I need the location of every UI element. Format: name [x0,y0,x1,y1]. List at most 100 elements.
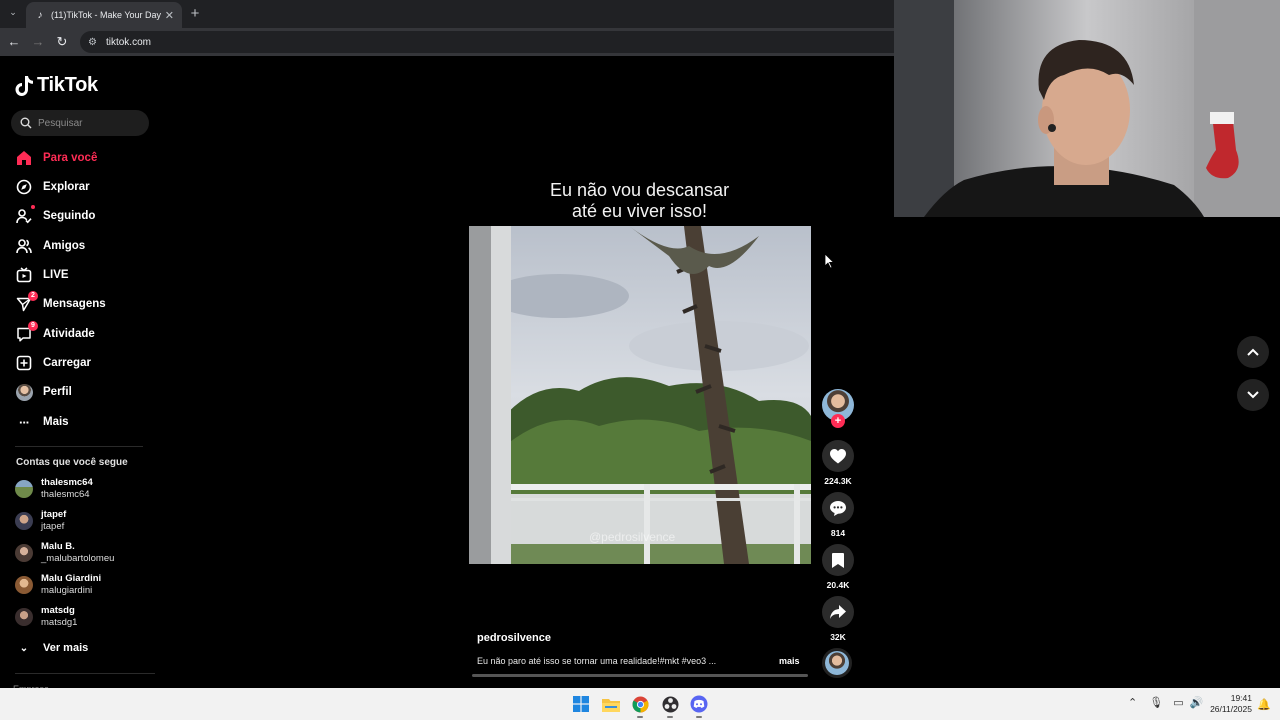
video-progress-bar[interactable] [472,674,808,677]
account-name: Malu Giardini [41,573,102,584]
live-icon [15,266,33,284]
profile-avatar [15,383,33,401]
nav-label: Perfil [43,386,72,398]
see-more-label: Ver mais [43,642,89,654]
search-placeholder: Pesquisar [38,117,83,129]
nav-seguindo[interactable]: Seguindo [15,205,155,227]
system-clock[interactable]: 19:41 26/11/2025 [1200,693,1252,715]
music-disc[interactable] [822,648,852,678]
account-handle: jtapef [41,521,65,532]
following-icon [15,205,35,225]
share-icon [830,605,846,619]
search-input[interactable]: Pesquisar [11,110,149,136]
chevron-down-icon [1247,391,1259,399]
previous-video-button[interactable] [1237,336,1269,368]
share-button[interactable] [822,596,854,628]
webcam-feed [894,0,1280,217]
address-bar[interactable]: ⚙ tiktok.com [80,31,894,53]
tray-overflow-chevron-icon[interactable]: ⌃ [1128,696,1137,709]
browser-tab-bar: ⌄ ♪ (11)TikTok - Make Your Day ✕ + [0,0,894,28]
nav-label: Mais [43,416,69,428]
bookmark-icon [832,552,844,568]
video-watermark: @pedrosilvence [589,530,676,544]
logo-text: TikTok [37,74,98,96]
reload-button[interactable]: ↻ [54,34,70,50]
clock-time: 19:41 [1230,693,1252,703]
follow-plus-button[interactable]: + [831,414,845,428]
title-line: até eu viver isso! [571,201,708,221]
notifications-bell-icon[interactable]: 🔔 [1257,698,1271,711]
nav-label: LIVE [43,269,69,281]
video-player[interactable]: @pedrosilvence [469,226,811,564]
followed-account[interactable]: thalesmc64 thalesmc64 [15,477,155,501]
nav-amigos[interactable]: Amigos [15,235,155,257]
comment-icon [830,500,846,516]
sidebar-divider [15,446,143,447]
sidebar-divider [15,673,155,674]
search-icon [20,117,32,129]
share-count: 32K [830,632,846,642]
chevron-down-icon: ⌄ [19,642,29,654]
nav-perfil[interactable]: Perfil [15,381,155,403]
nav-live[interactable]: LIVE [15,264,155,286]
network-icon[interactable]: ▭ [1173,696,1183,709]
save-button[interactable] [822,544,854,576]
comment-button[interactable] [822,492,854,524]
followed-account[interactable]: jtapef jtapef [15,509,155,533]
nav-mais[interactable]: ··· Mais [15,411,155,433]
see-more-button[interactable]: ⌄ Ver mais [15,638,88,658]
tab-close-icon[interactable]: ✕ [165,9,174,22]
nav-label: Atividade [43,328,95,340]
followed-account[interactable]: Malu Giardini malugiardini [15,573,155,597]
like-count: 224.3K [824,476,852,486]
nav-label: Carregar [43,357,91,369]
nav-label: Mensagens [43,298,106,310]
active-app-indicator [667,716,673,718]
new-tab-button[interactable]: + [186,5,204,23]
chevron-up-icon [1247,348,1259,356]
comment-count: 814 [830,528,846,538]
next-video-button[interactable] [1237,379,1269,411]
forward-button[interactable]: → [30,34,46,50]
tiktok-logo[interactable]: TikTok [15,74,98,97]
windows-start-icon[interactable] [571,694,591,714]
messages-badge: 2 [28,291,38,301]
active-app-indicator [637,716,643,718]
account-avatar [15,544,33,562]
tab-title: (11)TikTok - Make Your Day [51,10,162,20]
chrome-icon[interactable] [630,694,650,714]
microphone-icon[interactable]: 🎙 [1149,696,1163,709]
nav-para-voce[interactable]: Para você [15,147,155,169]
followed-account[interactable]: Malu B. _malubartolomeu [15,541,155,565]
tiktok-note-icon [15,75,33,96]
followed-account[interactable]: matsdg matsdg1 [15,605,155,629]
file-explorer-icon[interactable] [601,694,621,714]
account-handle: _malubartolomeu [41,553,115,564]
nav-label: Seguindo [43,210,96,222]
tab-search-chevron-icon[interactable]: ⌄ [6,7,20,21]
like-button[interactable] [822,440,854,472]
account-handle: thalesmc64 [41,489,90,500]
back-button[interactable]: ← [6,34,22,50]
browser-tab[interactable]: ♪ (11)TikTok - Make Your Day ✕ [26,2,182,28]
tiktok-favicon-icon: ♪ [37,9,43,21]
obs-icon[interactable] [660,694,680,714]
nav-atividade[interactable]: 9 Atividade [15,321,155,345]
nav-explorar[interactable]: Explorar [15,176,155,198]
video-author[interactable]: pedrosilvence [477,632,551,644]
account-name: matsdg [41,605,75,616]
mouse-cursor-icon [825,254,835,269]
nav-mensagens[interactable]: 2 Mensagens [15,291,155,315]
site-settings-icon[interactable]: ⚙ [88,37,97,48]
account-name: jtapef [41,509,67,520]
discord-icon[interactable] [689,694,709,714]
compass-icon [15,178,33,196]
webcam-overlay [894,0,1280,217]
windows-taskbar: ⌃ 🎙 ▭ 🔊 19:41 26/11/2025 🔔 [0,688,1280,720]
nav-carregar[interactable]: Carregar [15,352,155,374]
video-caption: Eu não paro até isso se tornar uma reali… [477,656,717,666]
active-app-indicator [696,716,702,718]
heart-icon [830,448,846,463]
messages-icon: 2 [15,291,38,313]
caption-more-button[interactable]: mais [779,656,800,666]
